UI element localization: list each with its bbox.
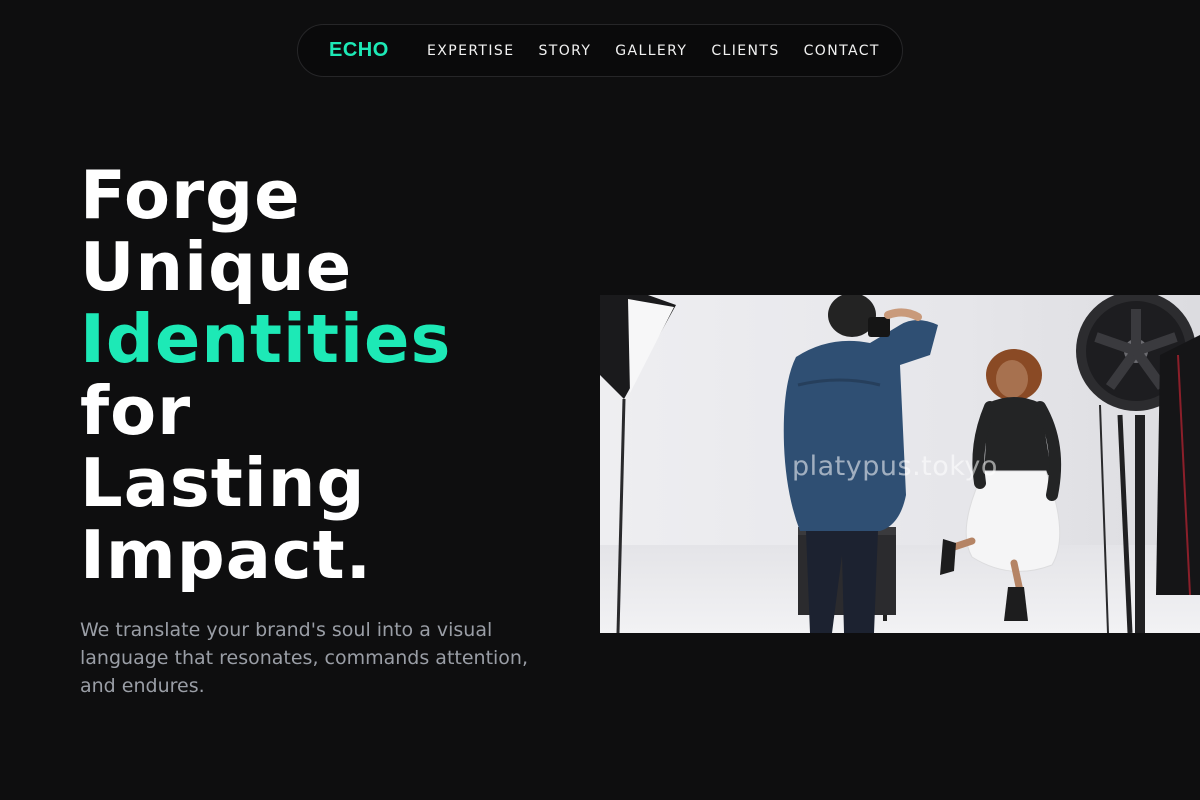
headline-line-accent: Identities bbox=[80, 300, 452, 378]
headline-line-2: Unique bbox=[80, 228, 353, 306]
nav-item-clients: CLIENTS bbox=[711, 42, 803, 60]
photo-studio-scene bbox=[600, 295, 1200, 633]
headline-line-4: for bbox=[80, 372, 192, 450]
nav-link-expertise[interactable]: EXPERTISE bbox=[427, 42, 514, 60]
nav-item-gallery: GALLERY bbox=[615, 42, 711, 60]
headline-line-1: Forge bbox=[80, 156, 301, 234]
nav-link-story[interactable]: STORY bbox=[538, 42, 591, 60]
hero-subtext: We translate your brand's soul into a vi… bbox=[80, 619, 529, 697]
nav-link-clients[interactable]: CLIENTS bbox=[711, 42, 779, 60]
top-nav: ECHO EXPERTISE STORY GALLERY CLIENTS CON… bbox=[297, 24, 903, 77]
headline-line-5: Lasting bbox=[80, 444, 366, 522]
logo-link[interactable]: ECHO bbox=[329, 39, 389, 62]
nav-item-story: STORY bbox=[538, 42, 615, 60]
nav-links: EXPERTISE STORY GALLERY CLIENTS CONTACT bbox=[427, 42, 880, 60]
headline-line-6: Impact. bbox=[80, 516, 373, 594]
nav-item-expertise: EXPERTISE bbox=[427, 42, 538, 60]
hero-headline: Forge Unique Identities for Lasting Impa… bbox=[80, 159, 451, 591]
nav-item-contact: CONTACT bbox=[804, 42, 880, 60]
hero-photo: platypus.tokyo bbox=[600, 295, 1200, 633]
nav-link-gallery[interactable]: GALLERY bbox=[615, 42, 687, 60]
nav-link-contact[interactable]: CONTACT bbox=[804, 42, 880, 60]
